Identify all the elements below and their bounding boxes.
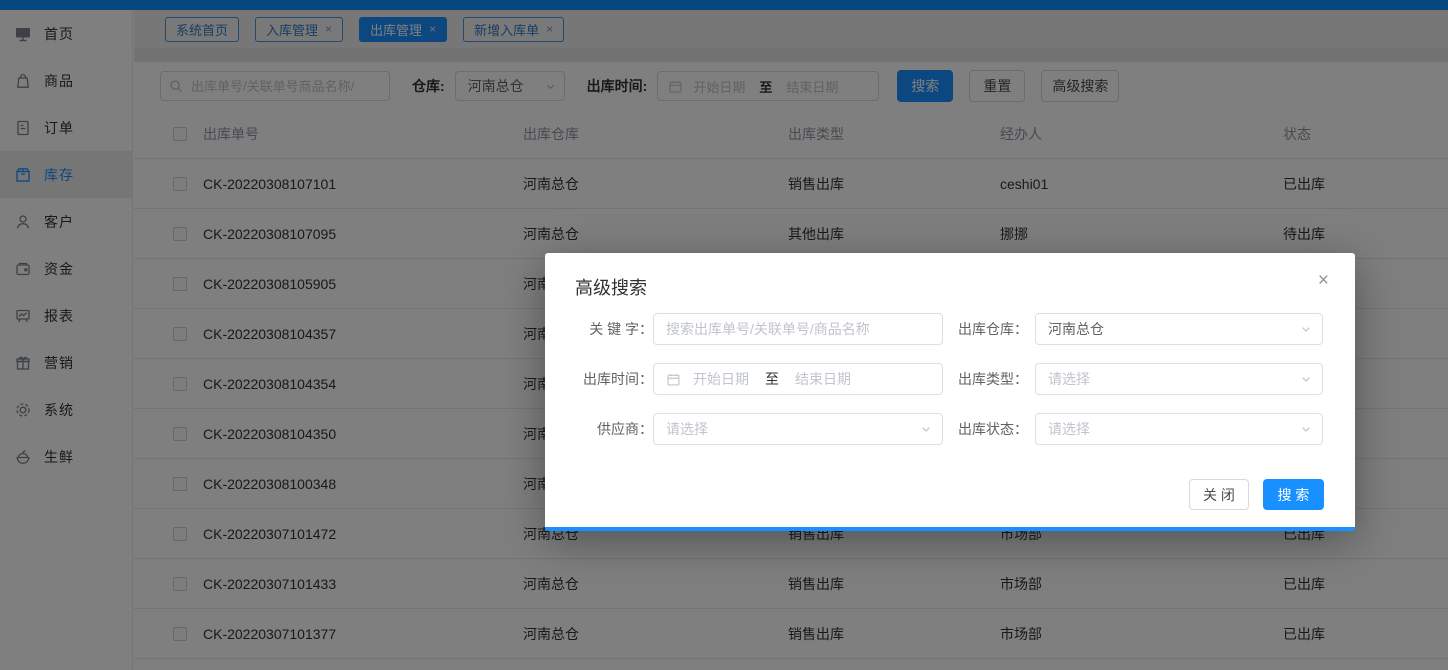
close-icon[interactable]: ×	[1318, 271, 1329, 290]
keyword-input-wrapper	[653, 313, 943, 345]
chevron-down-icon	[920, 423, 932, 435]
modal-supplier-placeholder: 请选择	[666, 419, 708, 439]
chevron-down-icon	[1300, 423, 1312, 435]
keyword-label: 关 键 字：	[561, 313, 653, 345]
modal-supplier-select[interactable]: 请选择	[653, 413, 943, 445]
chevron-down-icon	[1300, 373, 1312, 385]
chevron-down-icon	[1300, 323, 1312, 335]
calendar-icon	[666, 372, 681, 387]
modal-close-button[interactable]: 关 闭	[1189, 479, 1249, 510]
keyword-input[interactable]	[653, 313, 943, 345]
modal-title: 高级搜索	[575, 274, 647, 300]
modal-warehouse-value: 河南总仓	[1048, 319, 1104, 339]
modal-type-placeholder: 请选择	[1048, 369, 1090, 389]
modal-type-label: 出库类型：	[936, 363, 1028, 395]
modal-warehouse-label: 出库仓库：	[936, 313, 1028, 345]
modal-time-label: 出库时间：	[561, 363, 653, 395]
modal-supplier-label: 供应商：	[561, 413, 653, 445]
modal-date-range-picker[interactable]: 开始日期 至 结束日期	[653, 363, 943, 395]
modal-warehouse-select[interactable]: 河南总仓	[1035, 313, 1323, 345]
modal-date-to-label: 至	[765, 369, 779, 389]
modal-date-start-placeholder[interactable]: 开始日期	[693, 369, 749, 389]
modal-search-button[interactable]: 搜 索	[1263, 479, 1324, 510]
modal-status-select[interactable]: 请选择	[1035, 413, 1323, 445]
modal-status-label: 出库状态：	[936, 413, 1028, 445]
advanced-search-modal: 高级搜索 × 关 键 字： 出库仓库： 河南总仓 出库时间： 开始日期 至 结束…	[545, 253, 1355, 531]
modal-type-select[interactable]: 请选择	[1035, 363, 1323, 395]
modal-date-end-placeholder[interactable]: 结束日期	[795, 369, 851, 389]
modal-status-placeholder: 请选择	[1048, 419, 1090, 439]
